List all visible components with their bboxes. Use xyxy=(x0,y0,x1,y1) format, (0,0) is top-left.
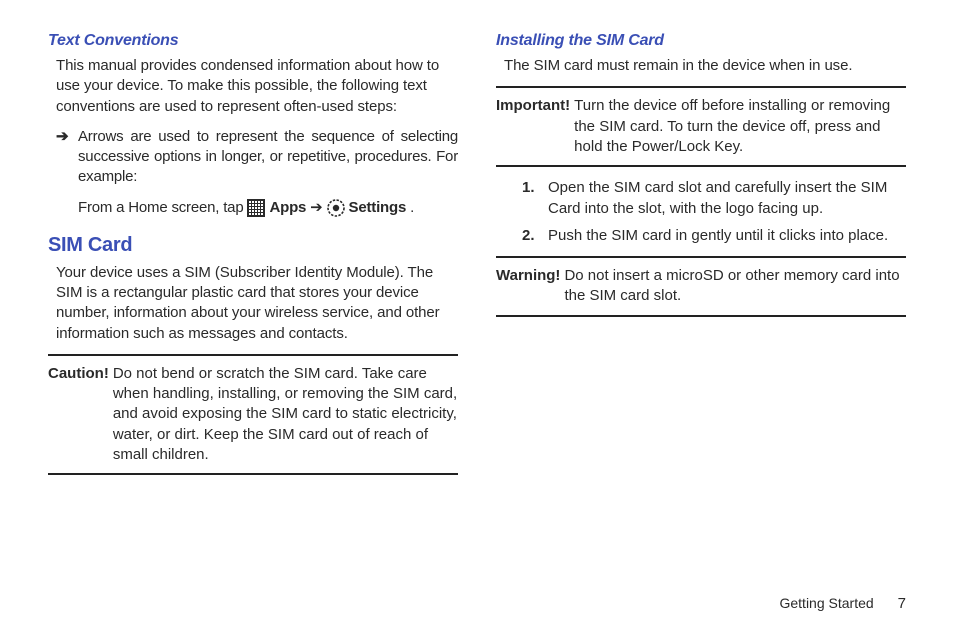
important-label: Important! xyxy=(496,96,574,157)
warning-body: Do not insert a microSD or other memory … xyxy=(564,266,906,307)
step-text: Push the SIM card in gently until it cli… xyxy=(548,225,906,246)
arrow-separator: ➔ xyxy=(310,198,322,218)
step-number: 2. xyxy=(522,225,548,246)
step-number: 1. xyxy=(522,177,548,219)
caution-block: Caution! Do not bend or scratch the SIM … xyxy=(48,354,458,475)
list-item: 2. Push the SIM card in gently until it … xyxy=(522,225,906,246)
arrow-bullet-content: Arrows are used to represent the sequenc… xyxy=(78,127,458,218)
caution-label: Caution! xyxy=(48,364,113,465)
installing-sim-intro: The SIM card must remain in the device w… xyxy=(496,56,906,76)
important-body: Turn the device off before installing or… xyxy=(574,96,906,157)
sim-card-body: Your device uses a SIM (Subscriber Ident… xyxy=(48,263,458,344)
heading-installing-sim: Installing the SIM Card xyxy=(496,32,906,50)
example-prefix: From a Home screen, tap xyxy=(78,198,243,218)
important-block: Important! Turn the device off before in… xyxy=(496,86,906,167)
right-column: Installing the SIM Card The SIM card mus… xyxy=(496,32,906,485)
page-footer: Getting Started 7 xyxy=(779,595,906,612)
arrow-bullet: ➔ Arrows are used to represent the seque… xyxy=(48,127,458,218)
apps-label: Apps xyxy=(269,198,306,218)
heading-sim-card: SIM Card xyxy=(48,234,458,257)
example-line: From a Home screen, tap xyxy=(78,198,458,218)
apps-grid-icon xyxy=(247,199,265,217)
install-steps-list: 1. Open the SIM card slot and carefully … xyxy=(504,177,906,246)
page-columns: Text Conventions This manual provides co… xyxy=(48,32,906,485)
heading-text-conventions: Text Conventions xyxy=(48,32,458,50)
arrow-bullet-text: Arrows are used to represent the sequenc… xyxy=(78,127,458,188)
warning-block: Warning! Do not insert a microSD or othe… xyxy=(496,256,906,317)
arrow-icon: ➔ xyxy=(56,127,78,218)
list-item: 1. Open the SIM card slot and carefully … xyxy=(522,177,906,219)
step-text: Open the SIM card slot and carefully ins… xyxy=(548,177,906,219)
settings-label: Settings xyxy=(349,198,407,218)
footer-page-number: 7 xyxy=(898,595,906,612)
example-period: . xyxy=(410,198,414,218)
text-conventions-intro: This manual provides condensed informati… xyxy=(48,56,458,117)
footer-section-name: Getting Started xyxy=(779,595,873,611)
warning-label: Warning! xyxy=(496,266,564,307)
settings-gear-icon xyxy=(327,199,345,217)
caution-body: Do not bend or scratch the SIM card. Tak… xyxy=(113,364,458,465)
left-column: Text Conventions This manual provides co… xyxy=(48,32,458,485)
